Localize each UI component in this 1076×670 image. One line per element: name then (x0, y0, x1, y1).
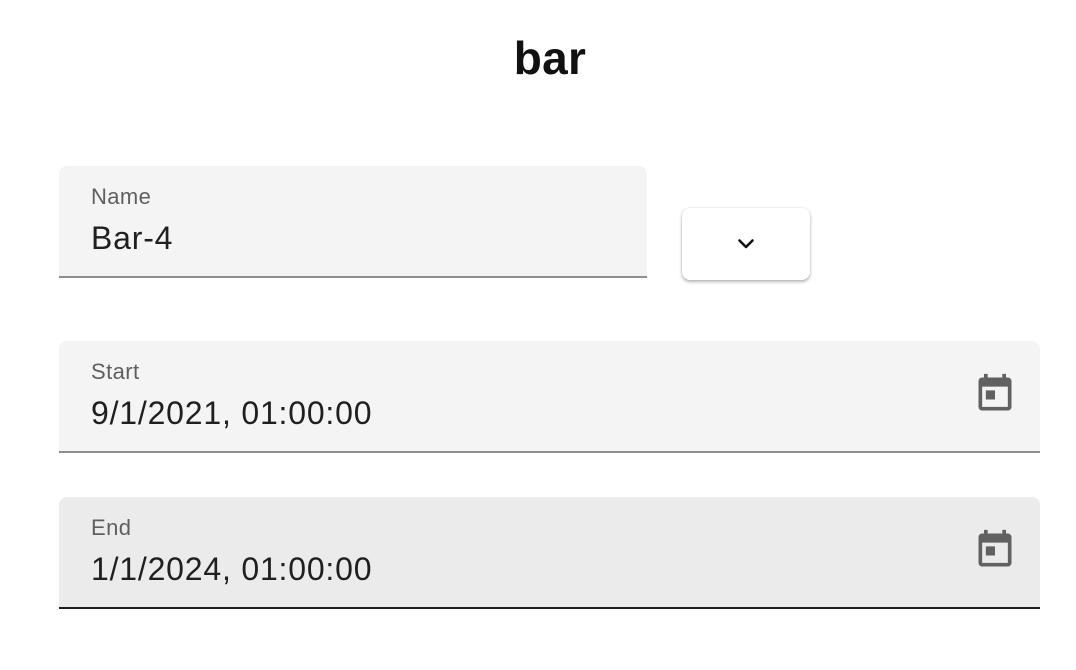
start-calendar-button[interactable] (972, 371, 1018, 417)
name-field[interactable]: Name (59, 166, 647, 278)
end-date-field[interactable]: End (59, 497, 1040, 609)
end-date-input[interactable] (91, 551, 911, 587)
name-input[interactable] (91, 220, 611, 256)
chevron-down-icon (738, 239, 754, 249)
start-field-label: Start (91, 359, 140, 384)
dropdown-button[interactable] (682, 208, 810, 280)
start-date-input[interactable] (91, 395, 911, 431)
name-field-label: Name (91, 184, 152, 209)
end-calendar-button[interactable] (972, 527, 1018, 573)
start-date-field[interactable]: Start (59, 341, 1040, 453)
page-title: bar (513, 32, 587, 84)
calendar-icon (978, 529, 1012, 567)
calendar-icon (978, 373, 1012, 411)
end-field-label: End (91, 515, 132, 540)
